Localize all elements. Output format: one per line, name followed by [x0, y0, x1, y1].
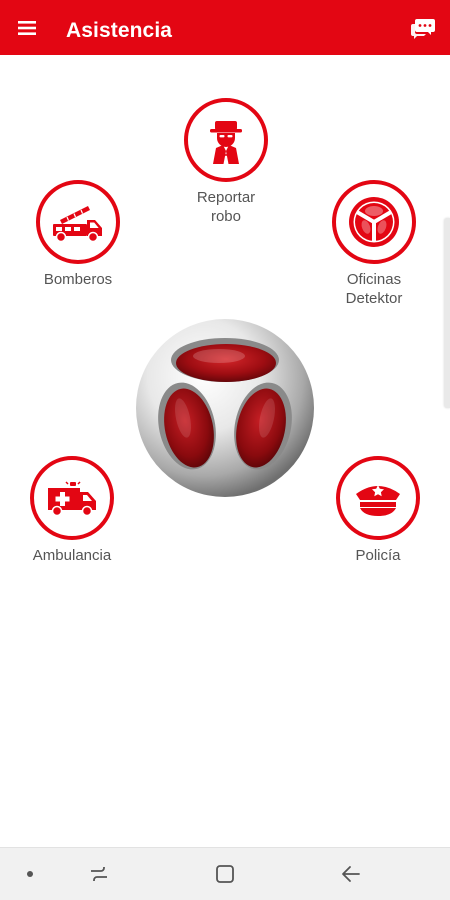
fire-truck-icon	[53, 206, 102, 243]
oficinas-line2: Detektor	[345, 290, 403, 307]
back-button[interactable]	[334, 858, 368, 890]
ambulance-icon	[48, 481, 96, 517]
police-cap-icon	[356, 485, 400, 516]
dot-icon	[27, 871, 33, 877]
chat-button[interactable]	[408, 13, 438, 43]
ambulancia-circle	[30, 456, 114, 540]
reportar-robo-circle	[184, 98, 268, 182]
bomberos-circle	[36, 180, 120, 264]
policia-circle	[336, 456, 420, 540]
detektor-logo-icon	[349, 197, 399, 247]
back-arrow-icon	[342, 866, 360, 882]
service-reportar-robo[interactable]: Reportar robo	[166, 98, 286, 226]
app-screen: Asistencia Reportar robo Bomberos Oficin…	[0, 0, 450, 900]
service-bomberos[interactable]: Bomberos	[18, 180, 138, 289]
ambulancia-label: Ambulancia	[32, 547, 112, 564]
page-title: Asistencia	[66, 19, 173, 42]
hamburger-menu-icon	[18, 21, 36, 35]
recent-apps-button[interactable]	[82, 858, 116, 890]
detektor-sphere-icon	[136, 319, 314, 497]
service-oficinas-detektor[interactable]: Oficinas Detektor	[314, 180, 434, 308]
service-policia[interactable]: Policía	[318, 456, 438, 565]
detektor-logo[interactable]	[135, 318, 315, 498]
reportar-robo-label: Reportar robo	[197, 188, 255, 226]
edge-panel-handle[interactable]	[444, 218, 450, 408]
oficinas-circle	[332, 180, 416, 264]
oficinas-label: Oficinas Detektor	[346, 270, 403, 308]
thief-icon	[210, 121, 242, 164]
reportar-robo-line2: robo	[210, 208, 241, 225]
home-button[interactable]	[208, 858, 242, 890]
service-ambulancia[interactable]: Ambulancia	[12, 456, 132, 565]
bomberos-label: Bomberos	[43, 271, 113, 288]
nav-dot-button[interactable]	[13, 858, 47, 890]
policia-label: Policía	[355, 547, 401, 564]
home-square-icon	[216, 865, 234, 883]
app-bar: Asistencia	[0, 0, 450, 55]
oficinas-line1: Oficinas	[346, 271, 402, 288]
reportar-robo-line1: Reportar	[196, 189, 256, 206]
system-navigation-bar	[0, 847, 450, 900]
chat-icon	[411, 19, 435, 39]
menu-button[interactable]	[12, 13, 42, 43]
recent-apps-icon	[91, 867, 107, 881]
